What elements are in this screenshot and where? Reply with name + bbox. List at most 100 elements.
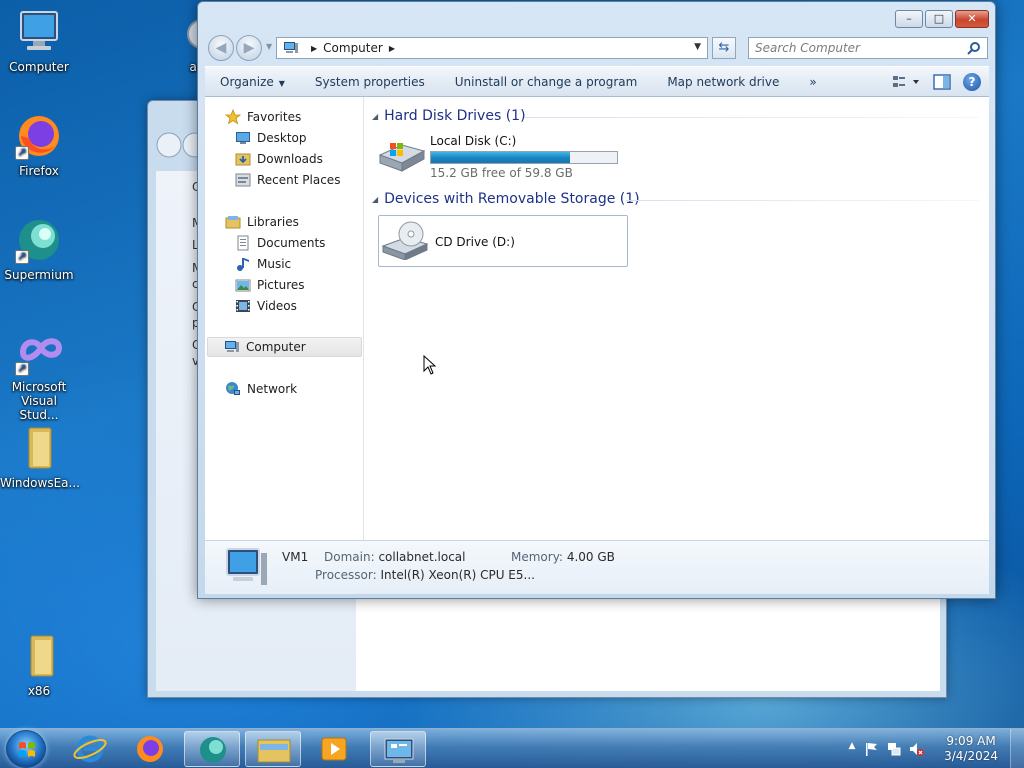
start-button[interactable] — [6, 730, 46, 768]
desktop-icon-computer[interactable]: Computer — [0, 8, 78, 74]
desktop-icon — [235, 130, 251, 146]
refresh-icon: ⇆ — [718, 40, 730, 55]
help-button[interactable]: ? — [963, 73, 981, 91]
minimize-button[interactable]: – — [895, 10, 923, 28]
domain-value: collabnet.local — [378, 550, 466, 564]
map-network-drive-button[interactable]: Map network drive — [652, 71, 794, 93]
system-properties-button[interactable]: System properties — [300, 71, 440, 93]
network-icon[interactable] — [886, 741, 902, 757]
taskbar-internet-explorer[interactable] — [62, 731, 118, 767]
refresh-button[interactable]: ⇆ — [712, 37, 736, 59]
nav-item-favorites[interactable]: Favorites — [224, 107, 301, 127]
preview-pane-button[interactable] — [931, 71, 953, 93]
memory-row: Memory: 4.00 GB — [511, 550, 615, 564]
taskbar-windows-explorer[interactable] — [245, 731, 301, 767]
breadcrumb-computer[interactable]: Computer — [323, 41, 383, 55]
taskbar-supermium[interactable] — [184, 731, 240, 767]
navigation-pane: Favorites Desktop Downloads Recent Place… — [205, 97, 364, 540]
drive-cd-inner: CD Drive (D:) — [381, 220, 515, 261]
volume-muted-icon[interactable] — [908, 741, 924, 757]
explorer-window[interactable]: – □ ✕ ◀ ▶ ▼ ▶ Computer ▶ ▼ ⇆ Search Comp… — [197, 1, 996, 599]
nav-item-recent-places[interactable]: Recent Places — [235, 170, 340, 190]
organize-button[interactable]: Organize ▼ — [205, 71, 300, 93]
nav-item-label: Documents — [257, 236, 326, 250]
taskbar-firefox[interactable] — [122, 731, 178, 767]
show-desktop-button[interactable] — [1010, 729, 1024, 768]
forward-button[interactable]: ▶ — [236, 35, 262, 61]
desktop-icon-x86-folder[interactable]: x86 — [0, 632, 78, 698]
breadcrumb-separator-icon[interactable]: ▶ — [311, 44, 317, 53]
visual-studio-icon: ↗ — [15, 328, 63, 376]
group-header-label: Devices with Removable Storage (1) — [384, 191, 640, 207]
close-button[interactable]: ✕ — [955, 10, 989, 28]
mouse-cursor-icon — [423, 354, 437, 375]
nav-item-libraries[interactable]: Libraries — [225, 212, 299, 232]
taskbar-system-properties[interactable] — [370, 731, 426, 767]
processor-row: Processor: Intel(R) Xeon(R) CPU E5... — [315, 568, 535, 582]
forward-arrow-icon: ▶ — [243, 40, 255, 56]
folder-icon — [257, 739, 291, 763]
nav-item-videos[interactable]: Videos — [235, 296, 297, 316]
desktop-icon-label: x86 — [27, 684, 51, 698]
music-note-icon — [235, 256, 251, 272]
clock[interactable]: 9:09 AM 3/4/2024 — [944, 734, 998, 764]
taskbar-media-player[interactable] — [306, 731, 362, 767]
nav-item-desktop[interactable]: Desktop — [235, 128, 307, 148]
clock-date: 3/4/2024 — [944, 749, 998, 763]
maximize-button[interactable]: □ — [925, 10, 953, 28]
computer-icon — [283, 42, 299, 54]
domain-label: Domain: — [324, 550, 375, 564]
nav-item-pictures[interactable]: Pictures — [235, 275, 305, 295]
nav-item-documents[interactable]: Documents — [235, 233, 325, 253]
nav-item-computer[interactable]: Computer — [207, 337, 362, 357]
nav-item-label: Recent Places — [257, 173, 341, 187]
details-pane: VM1 Domain: collabnet.local Memory: 4.00… — [205, 540, 989, 594]
search-box[interactable] — [748, 37, 988, 59]
back-button[interactable]: ◀ — [208, 35, 234, 61]
drive-local-disk-c[interactable]: Local Disk (C:) 15.2 GB free of 59.8 GB — [376, 133, 618, 180]
desktop-icon-label: Supermium — [4, 268, 74, 282]
downloads-folder-icon — [235, 151, 251, 167]
action-center-flag-icon[interactable] — [864, 741, 880, 757]
shortcut-arrow-icon: ↗ — [15, 250, 29, 264]
content-pane[interactable]: ◢ Hard Disk Drives (1) Local Disk (C:) 1… — [364, 97, 989, 540]
control-panel-icon — [384, 738, 414, 763]
desktop-icon-supermium[interactable]: ↗ Supermium — [0, 216, 78, 282]
nav-item-network[interactable]: Network — [225, 379, 297, 399]
address-dropdown-icon[interactable]: ▼ — [694, 42, 701, 52]
uninstall-program-button[interactable]: Uninstall or change a program — [440, 71, 653, 93]
internet-explorer-icon — [73, 735, 107, 763]
clock-time: 9:09 AM — [946, 734, 996, 748]
nav-item-label: Music — [257, 257, 292, 271]
more-commands-button[interactable]: » — [794, 71, 831, 93]
supermium-icon — [200, 737, 226, 763]
view-options-icon — [893, 76, 919, 87]
group-divider — [626, 200, 979, 201]
drive-cd-d[interactable]: CD Drive (D:) — [378, 215, 628, 267]
preview-pane-icon — [933, 74, 951, 90]
collapse-triangle-icon[interactable]: ◢ — [372, 112, 378, 121]
collapse-triangle-icon[interactable]: ◢ — [372, 195, 378, 204]
search-input[interactable] — [749, 41, 949, 55]
nav-item-downloads[interactable]: Downloads — [235, 149, 323, 169]
address-bar[interactable]: ▶ Computer ▶ ▼ — [276, 37, 708, 59]
desktop-icon-firefox[interactable]: ↗ Firefox — [0, 112, 78, 178]
nav-item-music[interactable]: Music — [235, 254, 291, 274]
desktop-icon-windowsea-folder[interactable]: WindowsEa... — [0, 424, 80, 490]
show-hidden-icons-button[interactable]: ▲ — [844, 741, 860, 757]
group-header-removable-storage[interactable]: ◢ Devices with Removable Storage (1) — [372, 189, 640, 209]
caption-buttons: – □ ✕ — [895, 10, 989, 28]
command-bar-right: ? — [891, 71, 981, 93]
search-icon[interactable] — [967, 41, 981, 55]
desktop-icon-visual-studio[interactable]: ↗ Microsoft Visual Stud... — [0, 328, 78, 422]
windows-logo-icon — [19, 742, 35, 757]
media-player-icon — [321, 737, 347, 761]
navigation-row: ◀ ▶ ▼ ▶ Computer ▶ ▼ ⇆ — [206, 34, 988, 61]
breadcrumb-separator-icon[interactable]: ▶ — [389, 44, 395, 53]
hard-disk-icon — [376, 133, 426, 173]
nav-item-label: Pictures — [257, 278, 305, 292]
computer-icon — [15, 8, 63, 56]
group-header-hard-disks[interactable]: ◢ Hard Disk Drives (1) — [372, 106, 526, 126]
change-view-button[interactable] — [891, 71, 921, 93]
recent-pages-dropdown-icon[interactable]: ▼ — [266, 42, 272, 51]
